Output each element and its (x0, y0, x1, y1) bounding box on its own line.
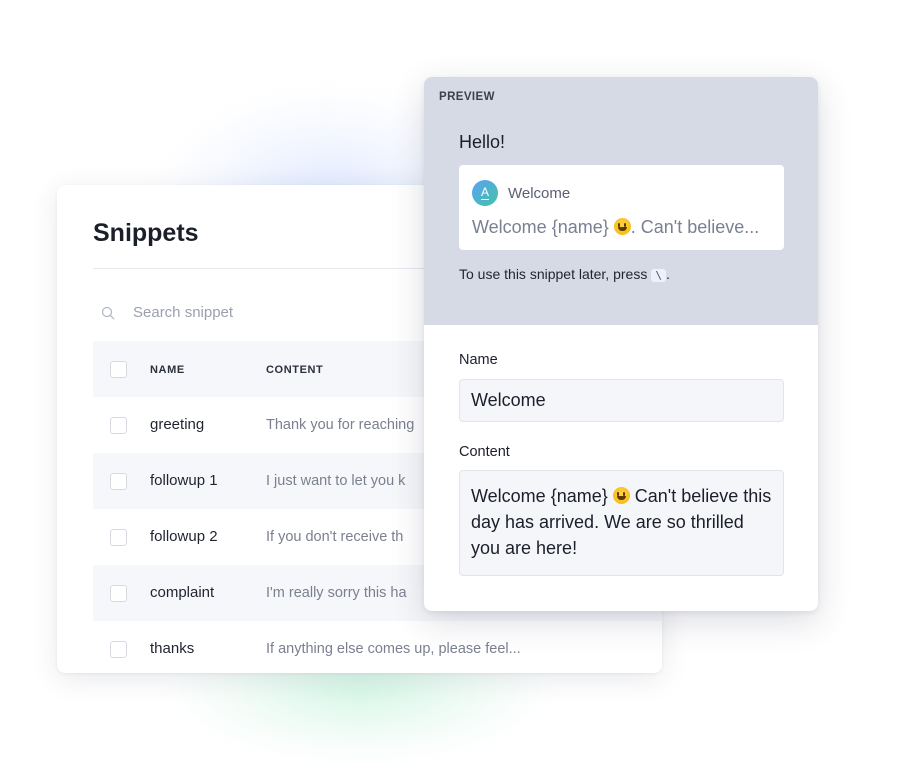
row-checkbox[interactable] (110, 472, 127, 490)
content-field-label: Content (459, 444, 510, 460)
snippet-suggestion-body: Welcome {name} . Can't believe... (472, 217, 759, 238)
search-bar (101, 304, 333, 321)
shortcut-hint-text: To use this snippet later, press (459, 266, 648, 282)
row-checkbox[interactable] (110, 640, 127, 658)
snippet-suggestion-card[interactable]: A Welcome Welcome {name} . Can't believe… (459, 165, 784, 250)
snippet-body-text-end: . Can't believe... (630, 217, 760, 237)
preview-section: PREVIEW Hello! A Welcome Welcome {name} … (424, 77, 818, 325)
snippet-content: If anything else comes up, please feel..… (266, 641, 521, 657)
snippet-content: I just want to let you k (266, 473, 406, 489)
grinning-face-emoji-icon (613, 218, 631, 235)
snippet-content: I'm really sorry this ha (266, 585, 407, 601)
select-all-checkbox[interactable] (110, 360, 127, 378)
snippet-name: thanks (150, 640, 195, 657)
row-checkbox[interactable] (110, 584, 127, 602)
search-icon (101, 306, 115, 319)
shortcut-hint-end: . (665, 266, 670, 282)
shortcut-hint: To use this snippet later, press \. (459, 266, 670, 282)
search-input[interactable] (133, 304, 333, 321)
row-checkbox[interactable] (110, 416, 127, 434)
preview-greeting: Hello! (459, 132, 506, 152)
row-checkbox[interactable] (110, 528, 127, 546)
shortcut-key: \ (651, 269, 666, 282)
avatar-letter: A (480, 185, 489, 200)
content-text: Welcome {name} (471, 486, 613, 506)
snippet-suggestion-title: Welcome (508, 185, 571, 202)
name-field[interactable] (459, 379, 784, 422)
snippet-name: complaint (150, 584, 215, 601)
column-header-name[interactable]: NAME (150, 364, 185, 376)
table-row[interactable]: thanks If anything else comes up, please… (93, 621, 662, 673)
snippet-name: greeting (150, 416, 205, 433)
avatar: A (472, 180, 498, 206)
grinning-face-emoji-icon (612, 487, 630, 504)
column-header-content[interactable]: CONTENT (266, 364, 323, 376)
snippet-name: followup 2 (150, 528, 218, 545)
content-field[interactable]: Welcome {name} Can't believe this day ha… (459, 470, 784, 576)
name-field-label: Name (459, 352, 498, 368)
snippet-content: Thank you for reaching (266, 417, 415, 433)
page-title: Snippets (93, 219, 199, 247)
snippet-body-text: Welcome {name} (472, 217, 614, 237)
snippet-content: If you don't receive th (266, 529, 404, 545)
snippet-name: followup 1 (150, 472, 218, 489)
snippet-preview-panel: PREVIEW Hello! A Welcome Welcome {name} … (424, 77, 818, 611)
preview-label: PREVIEW (439, 91, 495, 103)
